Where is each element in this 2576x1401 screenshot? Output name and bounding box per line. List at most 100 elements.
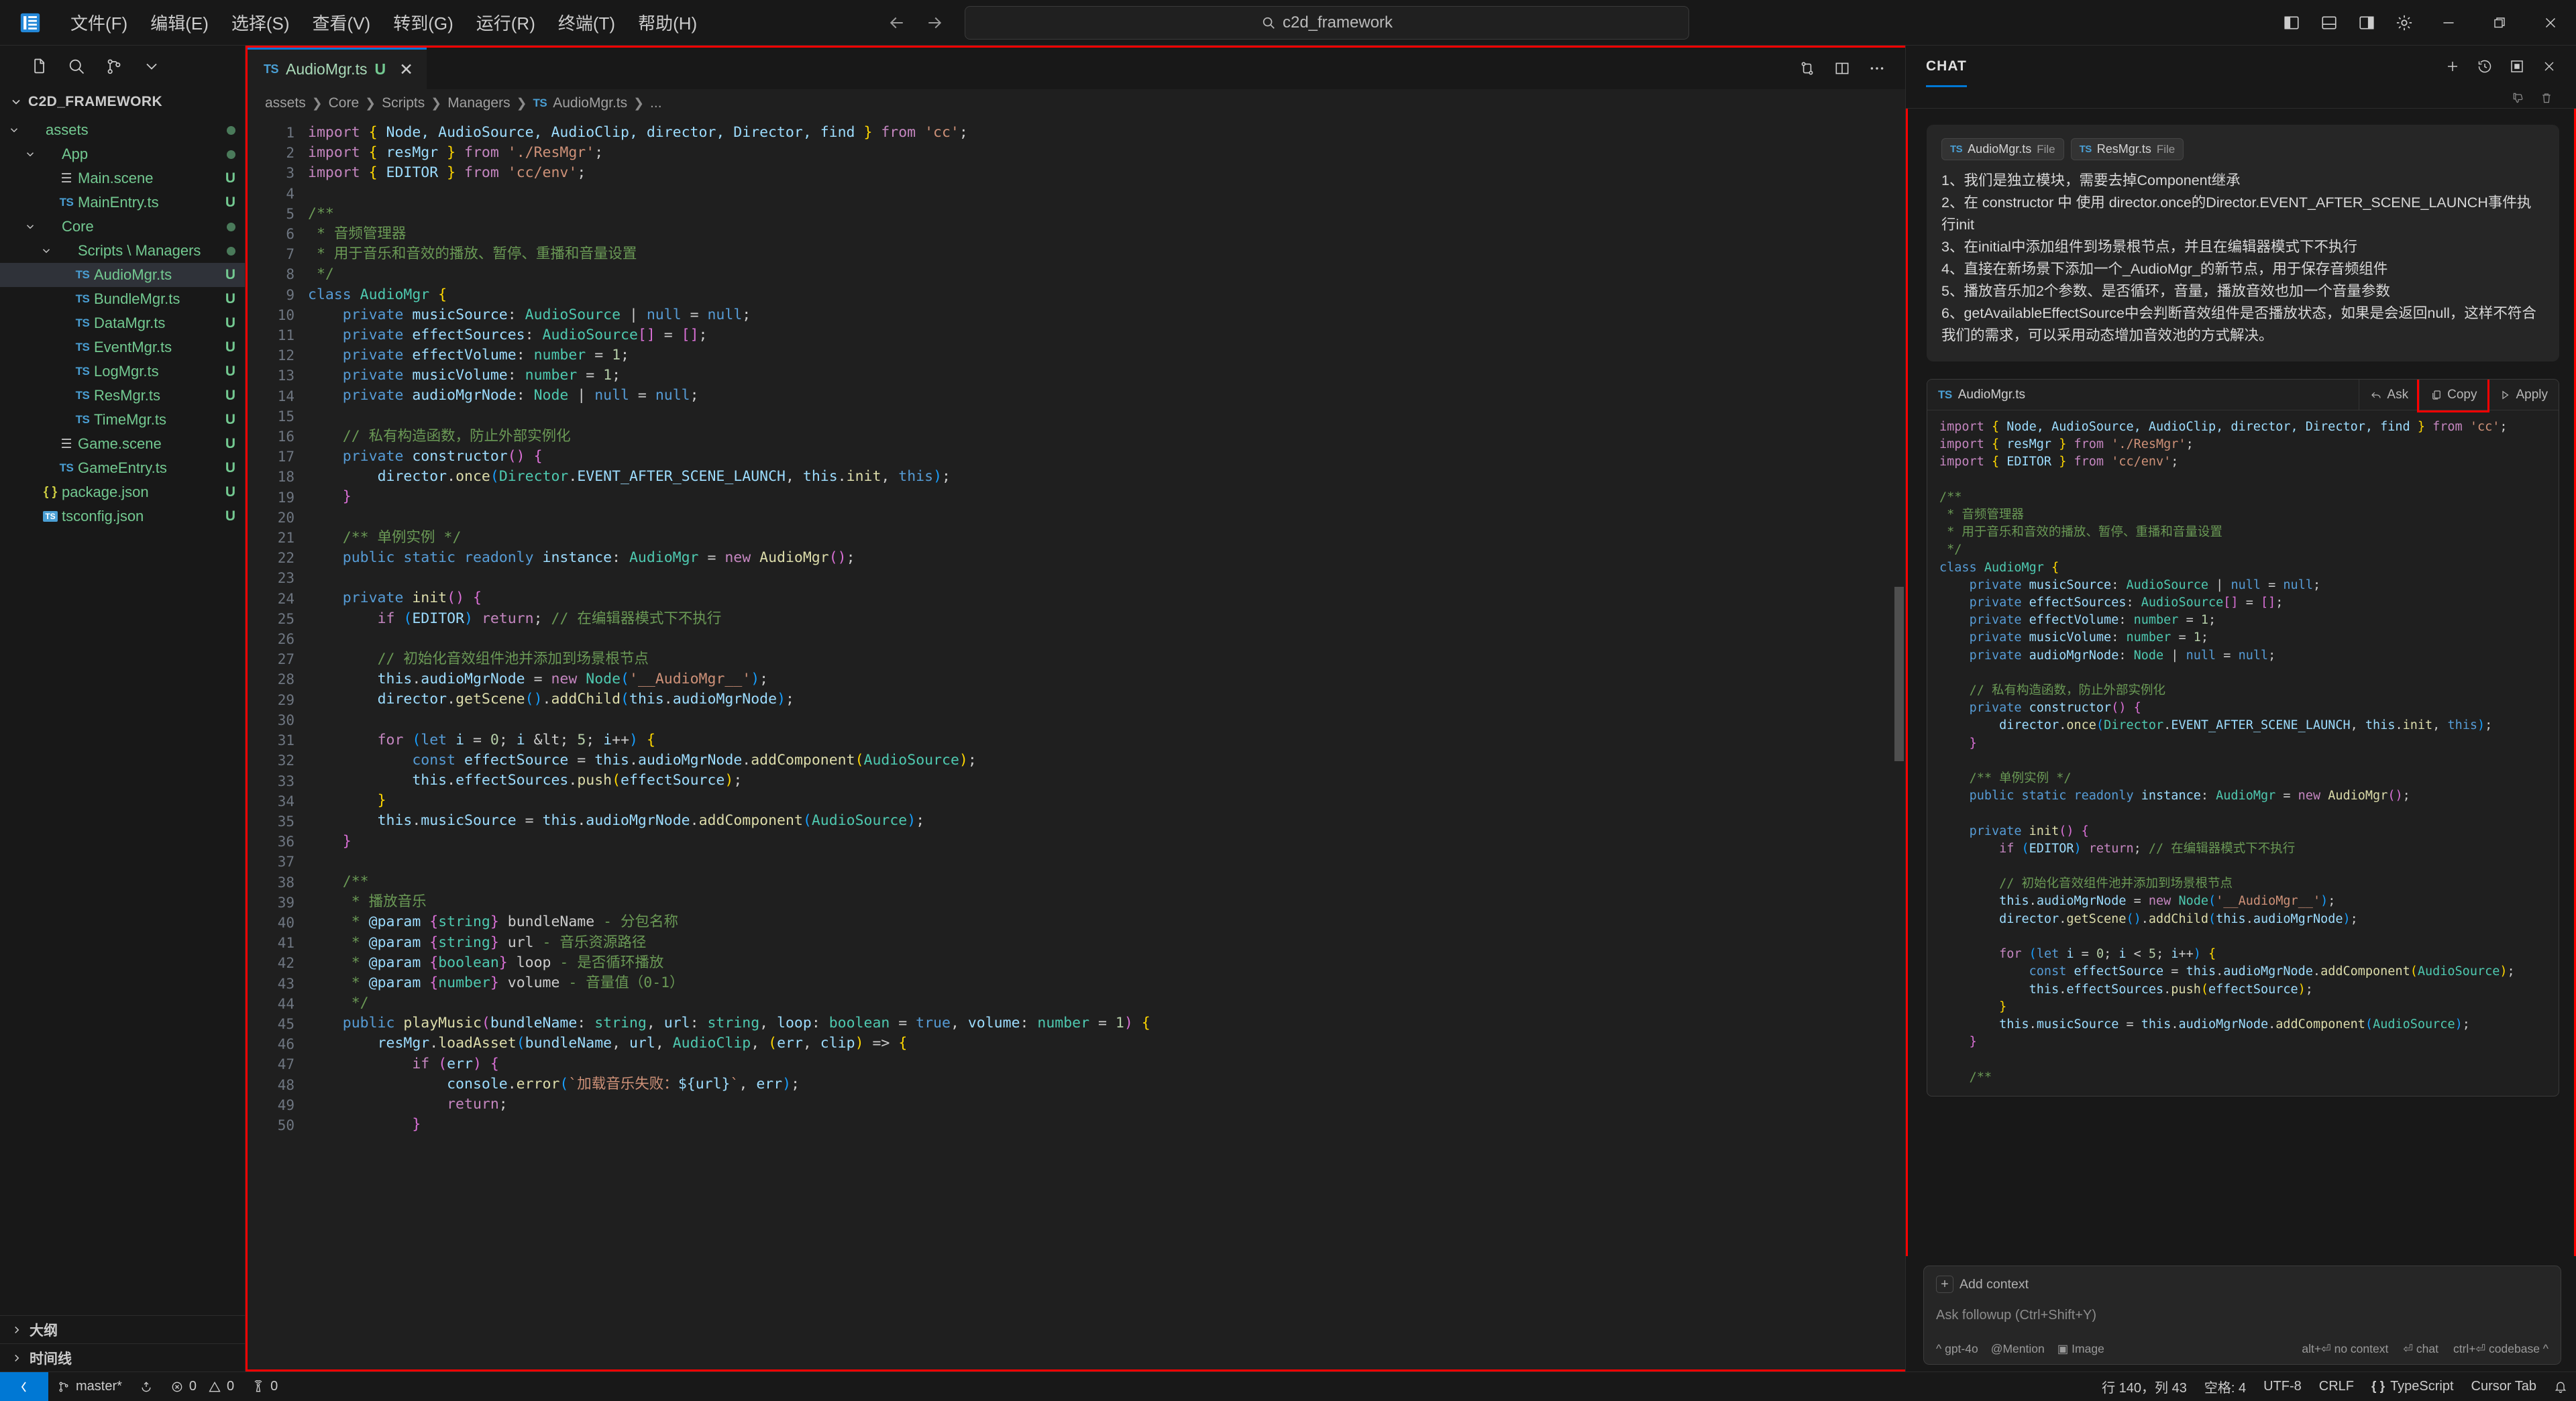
search-icon[interactable]: [58, 48, 95, 85]
more-actions-icon[interactable]: [1860, 48, 1894, 89]
split-diff-icon[interactable]: [1790, 48, 1825, 89]
toggle-panel-icon[interactable]: [2310, 0, 2348, 46]
tree-item-gameentry-ts[interactable]: TS GameEntry.ts U: [0, 456, 245, 480]
chevron-down-icon[interactable]: [38, 245, 55, 257]
breadcrumb-item-file[interactable]: AudioMgr.ts: [553, 95, 627, 111]
title-bar-actions: [2273, 0, 2576, 46]
breadcrumb-item-managers[interactable]: Managers: [447, 95, 510, 111]
codeblock-ask-button[interactable]: Ask: [2359, 379, 2419, 410]
close-icon[interactable]: [2533, 50, 2565, 82]
status-cursor-position[interactable]: 行 140，列 43: [2093, 1372, 2196, 1401]
codeblock-apply-button[interactable]: Apply: [2487, 379, 2559, 410]
chevron-down-icon[interactable]: [21, 221, 39, 233]
folder-modified-dot: [227, 222, 235, 231]
minimize-icon[interactable]: [2423, 0, 2474, 46]
new-chat-icon[interactable]: [2436, 50, 2469, 82]
status-branch[interactable]: master*: [48, 1372, 131, 1401]
remote-window-icon[interactable]: [0, 1371, 48, 1401]
status-sync[interactable]: [131, 1372, 162, 1401]
image-button[interactable]: ▣ Image: [2057, 1342, 2104, 1356]
folder-modified-dot: [227, 150, 235, 159]
tree-item-eventmgr-ts[interactable]: TS EventMgr.ts U: [0, 335, 245, 359]
typescript-file-icon: TS: [2079, 144, 2092, 155]
gear-icon[interactable]: [2385, 0, 2423, 46]
tree-item-core[interactable]: Core: [0, 215, 245, 239]
quick-search-input[interactable]: c2d_framework: [965, 5, 1689, 40]
tree-item-datamgr-ts[interactable]: TS DataMgr.ts U: [0, 311, 245, 335]
breadcrumb-item-core[interactable]: Core: [329, 95, 360, 111]
maximize-chat-icon[interactable]: [2501, 50, 2533, 82]
split-editor-icon[interactable]: [1825, 48, 1860, 89]
code-content[interactable]: import { Node, AudioSource, AudioClip, d…: [305, 117, 1905, 1369]
add-context-button[interactable]: + Add context: [1936, 1276, 2548, 1293]
tree-item-scripts-managers[interactable]: Scripts \ Managers: [0, 239, 245, 263]
git-status-badge: U: [225, 315, 235, 331]
trash-icon[interactable]: [2540, 91, 2553, 105]
status-problems[interactable]: 0 0: [162, 1372, 243, 1401]
mention-button[interactable]: @Mention: [1991, 1342, 2045, 1356]
arrow-right-icon[interactable]: [924, 13, 945, 33]
tree-item-package-json[interactable]: { } package.json U: [0, 480, 245, 504]
menu-run[interactable]: 运行(R): [465, 6, 547, 39]
menu-help[interactable]: 帮助(H): [627, 6, 708, 39]
tree-item-main-scene[interactable]: ☰ Main.scene U: [0, 166, 245, 190]
mention-label: Mention: [2002, 1342, 2045, 1355]
radio-tower-icon: [254, 1380, 262, 1392]
menu-edit[interactable]: 编辑(E): [139, 6, 220, 39]
chevron-down-icon[interactable]: [133, 48, 170, 85]
editor-tab-audiomgr[interactable]: TS AudioMgr.ts U ✕: [248, 48, 427, 89]
sidebar-section-timeline[interactable]: 时间线: [0, 1343, 245, 1371]
close-icon[interactable]: ✕: [399, 60, 413, 80]
explorer-root-folder[interactable]: C2D_FRAMEWORK: [0, 87, 245, 117]
tree-item-mainentry-ts[interactable]: TS MainEntry.ts U: [0, 190, 245, 215]
context-chip-audiomgr[interactable]: TS AudioMgr.ts File: [1941, 138, 2064, 160]
status-eol[interactable]: CRLF: [2310, 1372, 2363, 1401]
context-chip-resmgr[interactable]: TS ResMgr.ts File: [2070, 138, 2184, 160]
scrollbar-thumb[interactable]: [1894, 587, 1904, 761]
menu-selection[interactable]: 选择(S): [220, 6, 301, 39]
chat-followup-input[interactable]: Ask followup (Ctrl+Shift+Y): [1936, 1308, 2548, 1323]
tree-item-timemgr-ts[interactable]: TS TimeMgr.ts U: [0, 408, 245, 432]
restore-icon[interactable]: [2474, 0, 2525, 46]
status-ports[interactable]: 0: [243, 1372, 286, 1401]
source-control-icon[interactable]: [95, 48, 133, 85]
breadcrumb-item-more[interactable]: ...: [650, 95, 662, 111]
menu-view[interactable]: 查看(V): [301, 6, 382, 39]
model-selector[interactable]: ^ gpt-4o: [1936, 1342, 1978, 1356]
close-icon[interactable]: [2525, 0, 2576, 46]
tree-item-audiomgr-ts[interactable]: TS AudioMgr.ts U: [0, 263, 245, 287]
history-icon[interactable]: [2469, 50, 2501, 82]
codeblock-copy-button[interactable]: Copy: [2417, 379, 2490, 412]
tree-item-resmgr-ts[interactable]: TS ResMgr.ts U: [0, 384, 245, 408]
status-language[interactable]: { } TypeScript: [2363, 1372, 2463, 1401]
tree-item-app[interactable]: App: [0, 142, 245, 166]
menu-go[interactable]: 转到(G): [382, 6, 465, 39]
breadcrumb-item-scripts[interactable]: Scripts: [382, 95, 425, 111]
tree-item-game-scene[interactable]: ☰ Game.scene U: [0, 432, 245, 456]
new-file-icon[interactable]: [20, 48, 58, 85]
chevron-down-icon[interactable]: [5, 124, 23, 136]
sidebar-section-outline[interactable]: 大纲: [0, 1315, 245, 1343]
tree-item-logmgr-ts[interactable]: TS LogMgr.ts U: [0, 359, 245, 384]
toggle-primary-sidebar-icon[interactable]: [2273, 0, 2310, 46]
git-status-badge: U: [225, 436, 235, 451]
chat-input-box[interactable]: + Add context Ask followup (Ctrl+Shift+Y…: [1923, 1266, 2561, 1365]
menu-terminal[interactable]: 终端(T): [547, 6, 627, 39]
tree-item-assets[interactable]: assets: [0, 118, 245, 142]
status-cursor-tab[interactable]: Cursor Tab: [2463, 1372, 2545, 1401]
arrow-left-icon[interactable]: [887, 13, 907, 33]
status-indentation[interactable]: 空格: 4: [2196, 1372, 2255, 1401]
status-encoding[interactable]: UTF-8: [2255, 1372, 2310, 1401]
tree-item-bundlemgr-ts[interactable]: TS BundleMgr.ts U: [0, 287, 245, 311]
chevron-down-icon[interactable]: [21, 148, 39, 160]
thumbs-down-icon[interactable]: [2512, 91, 2525, 105]
typescript-file-icon: TS: [264, 62, 279, 76]
tree-item-tsconfig-json[interactable]: TS tsconfig.json U: [0, 504, 245, 528]
status-notifications[interactable]: [2545, 1372, 2576, 1401]
menu-file[interactable]: 文件(F): [59, 6, 139, 39]
codeblock-code[interactable]: import { Node, AudioSource, AudioClip, d…: [1927, 410, 2559, 1096]
breadcrumb-item-assets[interactable]: assets: [265, 95, 306, 111]
toggle-secondary-sidebar-icon[interactable]: [2348, 0, 2385, 46]
editor-scrollbar[interactable]: [1893, 117, 1905, 1369]
code-editor[interactable]: 1 2 3 4 5 6 7 8 9 10 11 12 13 14 15 16 17 18 19 20 21 22 23 24 2…: [248, 117, 1905, 1369]
